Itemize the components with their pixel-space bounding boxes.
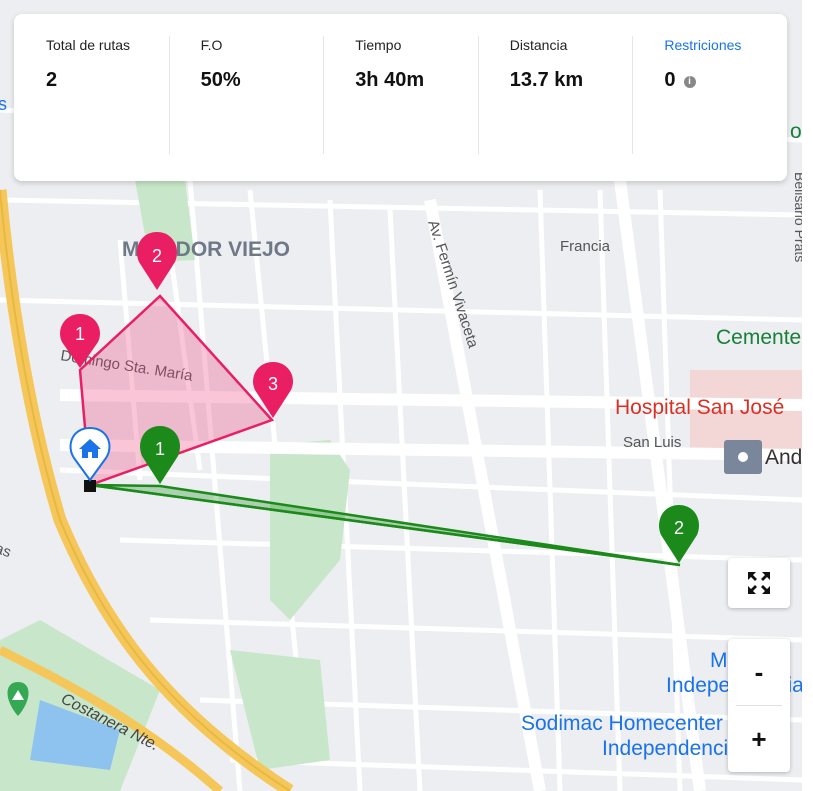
pink-stop-3-label: 3 (268, 374, 278, 394)
stat-total-routes: Total de rutas 2 (14, 14, 169, 181)
stat-restrictions: Restriciones 0i (632, 14, 787, 181)
stat-restrictions-value: 0 (664, 69, 676, 91)
stat-time-value: 3h 40m (355, 69, 425, 91)
stat-distance: Distancia 13.7 km (477, 14, 633, 181)
place-label-hospital: Hospital San José (615, 396, 784, 419)
zoom-out-button[interactable]: - (728, 639, 790, 705)
green-stop-2-label: 2 (674, 518, 684, 538)
place-label-andes: Andes (765, 446, 802, 469)
stat-distance-value: 13.7 km (509, 69, 584, 91)
green-stop-1-label: 1 (155, 439, 165, 459)
stat-total-routes-label: Total de rutas (46, 37, 131, 53)
stat-time: Tiempo 3h 40m (323, 14, 478, 181)
stat-total-routes-value: 2 (46, 69, 58, 91)
fullscreen-icon (748, 572, 770, 594)
stat-fo-value: 50% (200, 69, 241, 91)
place-label-cementerio: Cementerio (716, 326, 802, 349)
place-label-sodimac: Sodimac Homecenter (521, 712, 723, 735)
street-label-francia: Francia (560, 238, 611, 255)
stat-fo-label: F.O (200, 37, 223, 53)
stat-restrictions-link[interactable]: Restriciones (664, 37, 787, 57)
stat-time-label: Tiempo (355, 37, 402, 53)
right-margin (802, 0, 813, 791)
zoom-in-button[interactable]: + (728, 706, 790, 772)
fullscreen-button[interactable] (728, 558, 790, 608)
place-label-sodimac-2: Independencia (602, 737, 740, 760)
pink-stop-1-label: 1 (75, 324, 85, 344)
info-icon[interactable]: i (683, 76, 696, 88)
street-label-san-luis: San Luis (623, 434, 681, 451)
andes-poi-icon (724, 440, 762, 474)
pink-stop-2-label: 2 (152, 246, 162, 266)
zoom-controls: - + (728, 639, 790, 772)
stat-distance-label: Distancia (509, 37, 568, 53)
map-container[interactable]: MIRADOR VIEJO Francia Av. Fermín Vivacet… (0, 0, 802, 791)
edge-label-left-top: s (0, 94, 7, 114)
route-summary-panel: Total de rutas 2 F.O 50% Tiempo 3h 40m D… (14, 14, 787, 181)
edge-label-right-top: o (790, 120, 802, 143)
street-label-belisario: Belisario Prats (792, 172, 802, 262)
stat-fo: F.O 50% (168, 14, 324, 181)
